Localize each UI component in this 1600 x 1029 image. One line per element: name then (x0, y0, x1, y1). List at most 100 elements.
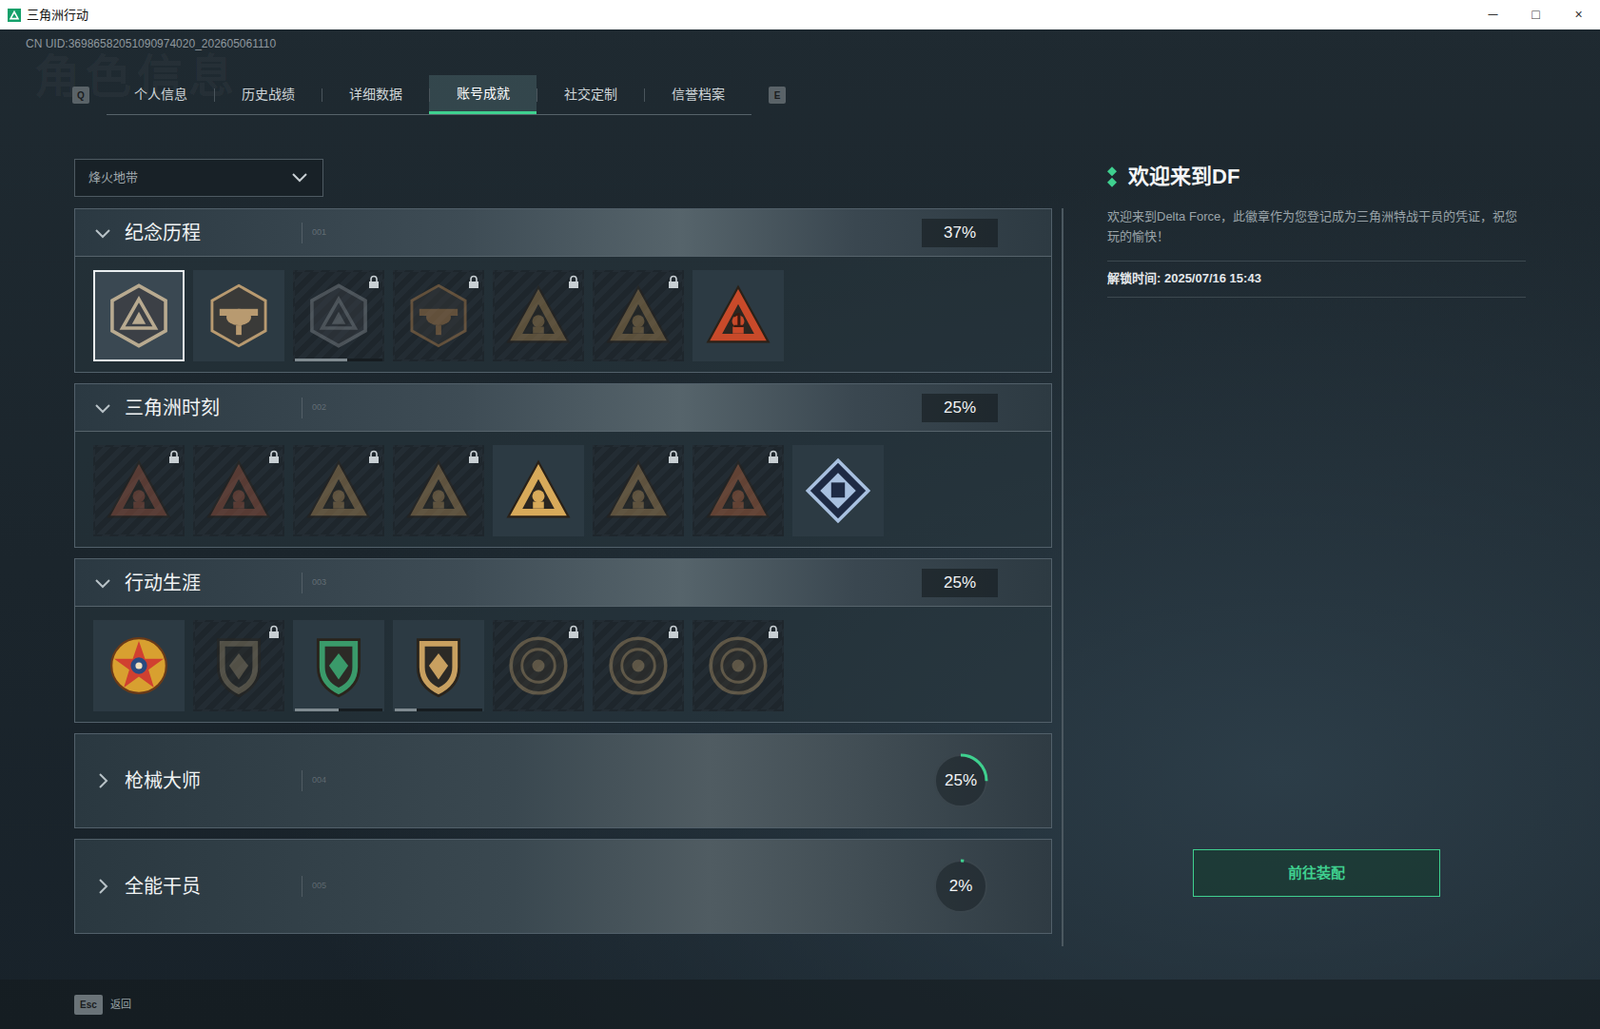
badge-tile[interactable] (592, 270, 684, 362)
badge-tile[interactable] (93, 445, 185, 537)
section-header[interactable]: 三角洲时刻00225% (75, 384, 1052, 432)
badge-tile[interactable] (692, 620, 784, 712)
section-title: 行动生涯 (124, 568, 302, 598)
window-control-button[interactable]: □ (1514, 4, 1558, 25)
tab[interactable]: 信誉档案 (643, 75, 752, 115)
badge-tile[interactable] (692, 445, 784, 537)
lock-icon (667, 274, 680, 289)
lock-icon (368, 449, 380, 464)
scrollbar[interactable] (1061, 208, 1064, 947)
section-header[interactable]: 行动生涯00325% (75, 559, 1052, 607)
sections: 纪念历程00137% 1 三角洲时刻00225% 行动生涯00325% 枪械大师0042… (74, 208, 1064, 947)
next-tab-key[interactable]: E (768, 86, 786, 104)
lock-icon (667, 449, 680, 464)
lock-icon-svg (667, 449, 680, 464)
lock-icon-svg (567, 624, 580, 639)
prev-tab-key[interactable]: Q (72, 86, 90, 104)
back-label[interactable]: 返回 (110, 996, 132, 1014)
chevron-icon (92, 572, 114, 594)
badge-emblem (703, 631, 773, 701)
chevron-icon (92, 222, 114, 244)
tab-label: 社交定制 (564, 84, 618, 105)
tab-bar: 个人信息 历史战绩 详细数据账号成就 社交定制 信誉档案 (106, 75, 752, 116)
chevron-icon-svg (92, 876, 114, 898)
equip-button[interactable]: 前往装配 (1192, 849, 1441, 898)
tab-label: 历史战绩 (241, 84, 295, 105)
badge-color-fill (607, 287, 668, 343)
badge-color-fill (510, 638, 566, 694)
section-divider (301, 572, 303, 594)
lock-icon (667, 624, 680, 639)
badge-tile[interactable] (492, 445, 585, 537)
badge-row (75, 606, 1052, 722)
badge-tile[interactable] (93, 270, 185, 362)
tab[interactable]: 个人信息 (106, 75, 215, 115)
badge-triangle-icon (604, 456, 673, 526)
badge-progress-fill (294, 358, 348, 362)
badge-tile[interactable] (193, 445, 285, 537)
section-header[interactable]: 纪念历程00137% (75, 209, 1052, 257)
badge-color-fill (212, 285, 266, 346)
window-control-button[interactable]: × (1557, 4, 1600, 25)
badge-tile[interactable] (592, 445, 684, 537)
badge-tile[interactable] (592, 620, 684, 712)
tab[interactable]: 账号成就 (429, 75, 537, 115)
badge-crest-icon (204, 281, 274, 351)
section-number: 002 (312, 401, 922, 415)
badge-tile[interactable]: 1 (692, 270, 784, 362)
badge-tile[interactable] (792, 445, 884, 537)
detail-title-row: 欢迎来到DF (1107, 158, 1526, 193)
section-header[interactable]: 全能干员0052% (75, 839, 1052, 934)
badge-tile[interactable] (392, 270, 485, 362)
tab[interactable]: 详细数据 (321, 75, 430, 115)
badge-tile[interactable] (292, 620, 385, 712)
badge-emblem (204, 631, 274, 701)
badge-progress-track (394, 708, 483, 712)
badge-emblem (304, 631, 373, 701)
badge-emblem (104, 456, 174, 526)
footer-bar: Esc 返回 (0, 979, 1600, 1029)
badge-color-fill (312, 285, 366, 346)
lock-icon (567, 624, 580, 639)
achievement-section: 纪念历程00137% 1 (74, 208, 1053, 373)
badge-color-fill (208, 462, 269, 518)
main-area: 烽火地带纪念历程00137% 1 三角洲时刻00225% 行动生涯00325% 枪械大师… (0, 158, 1600, 980)
section-divider (301, 397, 303, 419)
section-divider (301, 876, 303, 898)
section-divider (301, 770, 303, 792)
mode-dropdown[interactable]: 烽火地带 (74, 158, 324, 197)
badge-tile[interactable] (93, 620, 185, 712)
lock-icon-svg (268, 449, 280, 464)
badge-color-fill (507, 462, 568, 518)
badge-tile[interactable] (292, 270, 385, 362)
badge-round-icon (703, 631, 773, 701)
window-control-button[interactable]: ─ (1471, 4, 1515, 25)
tab[interactable]: 社交定制 (536, 75, 644, 115)
badge-tile[interactable] (193, 620, 285, 712)
badge-emblem (504, 456, 573, 526)
badge-emblem (404, 631, 473, 701)
section-number: 005 (312, 879, 932, 894)
badge-emblem (104, 281, 174, 351)
tab[interactable]: 历史战绩 (214, 75, 322, 115)
achievement-section: 行动生涯00325% (74, 558, 1053, 723)
badge-tile[interactable] (392, 620, 485, 712)
esc-key[interactable]: Esc (74, 995, 103, 1015)
badge-tile[interactable] (392, 445, 485, 537)
badge-tile[interactable] (193, 270, 285, 362)
badge-tile[interactable] (492, 620, 585, 712)
badge-shield-icon (304, 631, 373, 701)
mode-value: 烽火地带 (88, 168, 138, 188)
badge-round-icon (604, 631, 673, 701)
lock-icon-svg (368, 449, 380, 464)
badge-tile[interactable] (292, 445, 385, 537)
section-title: 枪械大师 (124, 766, 302, 796)
app-logo-icon-svg (7, 8, 21, 22)
badge-crest-icon (404, 281, 473, 351)
badge-tile[interactable] (492, 270, 585, 362)
section-header[interactable]: 枪械大师00425% (75, 734, 1052, 828)
badge-triangle-icon (304, 456, 373, 526)
lock-icon (767, 624, 780, 639)
badge-color-fill (807, 460, 868, 521)
badge-shield-icon (204, 631, 274, 701)
